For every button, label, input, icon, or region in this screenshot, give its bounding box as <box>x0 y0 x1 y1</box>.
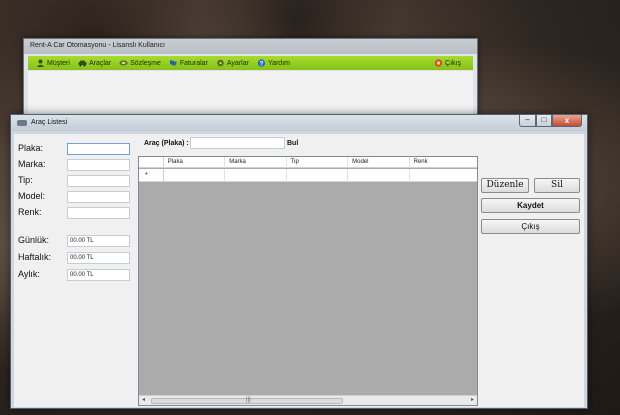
duzenle-button[interactable]: Düzenle <box>481 178 529 193</box>
renk-label: Renk: <box>18 207 42 217</box>
model-field[interactable] <box>67 191 130 203</box>
grid-header: Plaka Marka Tip Model Renk <box>139 157 477 168</box>
horizontal-scrollbar[interactable]: ◂ ||| ▸ <box>139 395 477 405</box>
table-cell[interactable] <box>348 169 410 182</box>
car-icon <box>17 120 27 126</box>
menu-item-sozlesme[interactable]: Sözleşme <box>119 59 161 67</box>
table-cell[interactable] <box>287 169 349 182</box>
window-title: Araç Listesi <box>31 119 68 126</box>
column-header-renk[interactable]: Renk <box>410 157 477 168</box>
table-row-new[interactable]: * <box>139 169 477 182</box>
sil-button[interactable]: Sil <box>534 178 580 193</box>
plaka-field[interactable] <box>67 143 130 155</box>
main-window-title: Rent-A Car Otomasyonu - Lisanslı Kullanı… <box>24 39 477 54</box>
invoice-icon <box>169 59 178 67</box>
model-label: Model: <box>18 191 46 201</box>
menu-label-araclar: Araçlar <box>88 59 112 67</box>
menubar: Müşteri Araçlar Sözleşme Faturalar Ayarl… <box>28 56 473 70</box>
renk-field[interactable] <box>67 207 130 219</box>
plaka-label: Plaka: <box>18 143 44 153</box>
haftalik-label: Haftalık: <box>18 252 52 262</box>
handshake-icon <box>119 59 128 67</box>
gunluk-field[interactable]: 00.00 TL <box>67 235 130 247</box>
menu-item-araclar[interactable]: Araçlar <box>78 59 111 67</box>
main-window: Rent-A Car Otomasyonu - Lisanslı Kullanı… <box>23 38 478 120</box>
plaka-search-input[interactable] <box>190 137 285 149</box>
minimize-button[interactable]: – <box>519 115 536 127</box>
menu-label-faturalar: Faturalar <box>179 59 208 67</box>
menu-label-ayarlar: Ayarlar <box>226 59 249 67</box>
help-icon: ? <box>257 59 266 67</box>
close-button[interactable]: x <box>552 115 582 127</box>
scroll-right-icon[interactable]: ▸ <box>471 396 474 403</box>
tip-label: Tip: <box>18 175 33 185</box>
svg-text:?: ? <box>260 61 264 67</box>
maximize-button[interactable]: □ <box>536 115 552 127</box>
menu-label-cikis: Çıkış <box>445 59 461 67</box>
arac-data-grid[interactable]: Plaka Marka Tip Model Renk * ◂ ||| ▸ <box>138 156 478 406</box>
gunluk-label: Günlük: <box>18 235 50 245</box>
scrollbar-thumb[interactable]: ||| <box>151 397 343 404</box>
menu-item-faturalar[interactable]: Faturalar <box>169 59 208 67</box>
menu-label-musteri: Müşteri <box>47 59 70 67</box>
column-header-plaka[interactable]: Plaka <box>164 157 226 168</box>
column-header-marka[interactable]: Marka <box>225 157 287 168</box>
scrollbar-grip-icon: ||| <box>246 397 251 403</box>
menu-item-yardim[interactable]: ? Yardım <box>257 59 290 67</box>
aylik-field[interactable]: 00.00 TL <box>67 269 130 281</box>
gear-icon <box>216 59 225 67</box>
cikis-button[interactable]: Çıkış <box>481 219 580 234</box>
search-label: Araç (Plaka) : <box>144 140 189 147</box>
column-header-model[interactable]: Model <box>348 157 410 168</box>
bul-button[interactable]: Bul <box>287 140 298 147</box>
table-cell[interactable] <box>164 169 226 182</box>
exit-icon <box>434 59 443 67</box>
new-row-marker: * <box>139 169 164 182</box>
user-icon <box>36 59 45 67</box>
grid-corner[interactable] <box>139 157 164 168</box>
haftalik-field[interactable]: 00.00 TL <box>67 252 130 264</box>
tip-field[interactable] <box>67 175 130 187</box>
menu-item-cikis[interactable]: Çıkış <box>434 59 461 67</box>
car-icon <box>78 59 87 67</box>
arac-listesi-window: Araç Listesi – □ x Plaka: Marka: Tip: Mo… <box>10 114 588 409</box>
table-cell[interactable] <box>410 169 477 182</box>
aylik-label: Aylık: <box>18 269 40 279</box>
marka-field[interactable] <box>67 159 130 171</box>
menu-item-ayarlar[interactable]: Ayarlar <box>216 59 249 67</box>
window-titlebar[interactable]: Araç Listesi – □ x <box>11 115 587 131</box>
column-header-tip[interactable]: Tip <box>287 157 349 168</box>
main-window-body <box>28 71 473 117</box>
table-cell[interactable] <box>225 169 287 182</box>
menu-item-musteri[interactable]: Müşteri <box>36 59 70 67</box>
kaydet-button[interactable]: Kaydet <box>481 198 580 213</box>
menu-label-yardim: Yardım <box>267 59 290 67</box>
menu-label-sozlesme: Sözleşme <box>130 59 161 67</box>
marka-label: Marka: <box>18 159 46 169</box>
window-client-area: Plaka: Marka: Tip: Model: Renk: Günlük: … <box>14 134 584 407</box>
scroll-left-icon[interactable]: ◂ <box>142 396 145 403</box>
